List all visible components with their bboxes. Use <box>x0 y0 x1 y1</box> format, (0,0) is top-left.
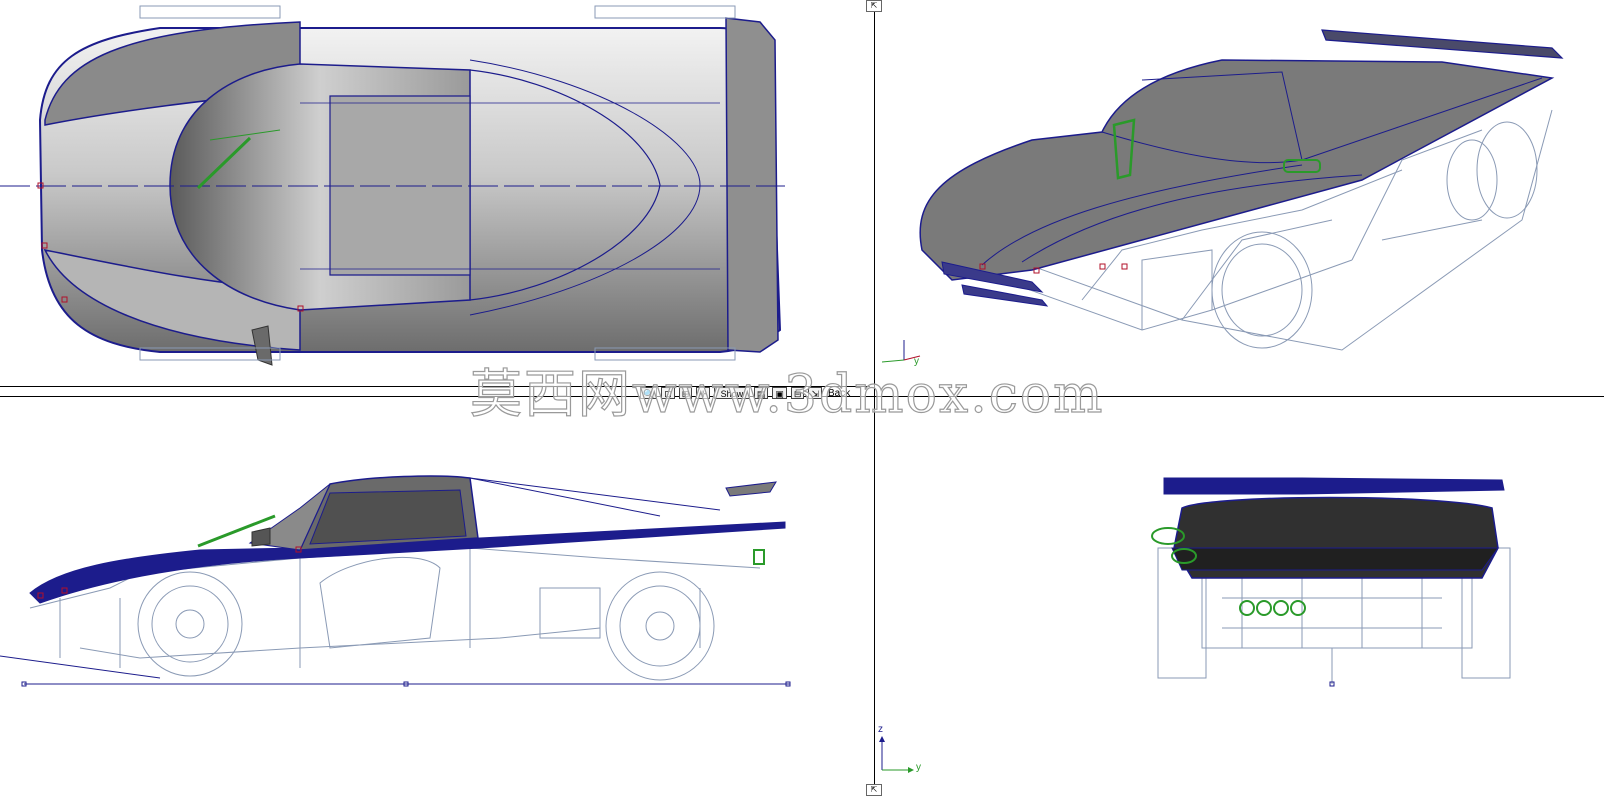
perspective-view-model <box>882 29 1564 363</box>
maximize-viewport-icon-bottom[interactable]: ⇱ <box>866 784 882 796</box>
axis-triad-icon <box>879 736 914 773</box>
maximize-viewport-icon[interactable]: ⇱ <box>866 0 882 12</box>
viewport-perspective[interactable] <box>882 0 1604 385</box>
back-view-model <box>1151 477 1511 687</box>
viewport-top[interactable] <box>0 0 870 385</box>
watermark-text: 莫西网www.3dmox.com <box>469 364 1105 425</box>
top-view-model <box>0 5 785 366</box>
viewport-back[interactable] <box>882 398 1604 794</box>
left-axis-y-label: y <box>916 762 921 773</box>
viewport-left[interactable] <box>0 398 870 794</box>
left-view-model <box>0 475 791 687</box>
